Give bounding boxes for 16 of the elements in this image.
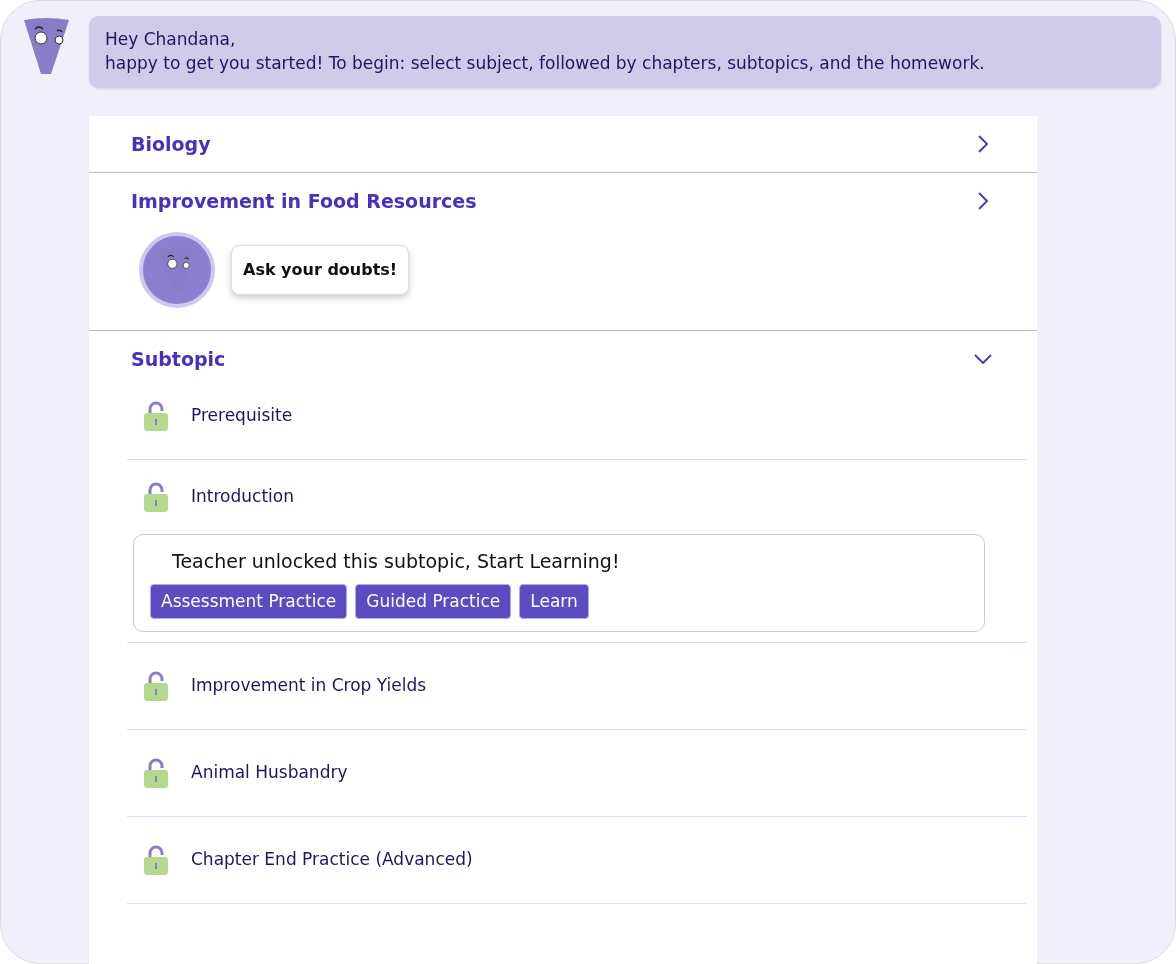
greeting-text: happy to get you started! To begin: select subject, followed by chapters, subtopics, and the homework. <box>105 51 986 75</box>
greeting-text: Hey Chandana, <box>105 28 237 51</box>
subtopic-item[interactable]: Introduction <box>191 484 294 510</box>
practice-button[interactable]: Guided Practice <box>355 583 512 620</box>
section-title[interactable]: Improvement in Food Resources <box>131 187 477 216</box>
ask-doubts-button[interactable]: Ask your doubts! <box>231 244 410 295</box>
subtopic-item[interactable]: Animal Husbandry <box>191 760 348 786</box>
practice-button[interactable]: Learn <box>519 583 589 620</box>
subtopic-item[interactable]: Chapter End Practice (Advanced) <box>191 847 473 873</box>
section-title[interactable]: Biology <box>131 129 211 159</box>
subtopic-item[interactable]: Improvement in Crop Yields <box>191 673 427 699</box>
notice-text: Teacher unlocked this subtopic, Start Learning! <box>171 549 621 575</box>
subtopic-item[interactable]: Prerequisite <box>191 403 293 429</box>
mascot-face-icon <box>157 246 197 293</box>
practice-button[interactable]: Assessment Practice <box>150 583 348 620</box>
section-title[interactable]: Subtopic <box>131 344 226 374</box>
